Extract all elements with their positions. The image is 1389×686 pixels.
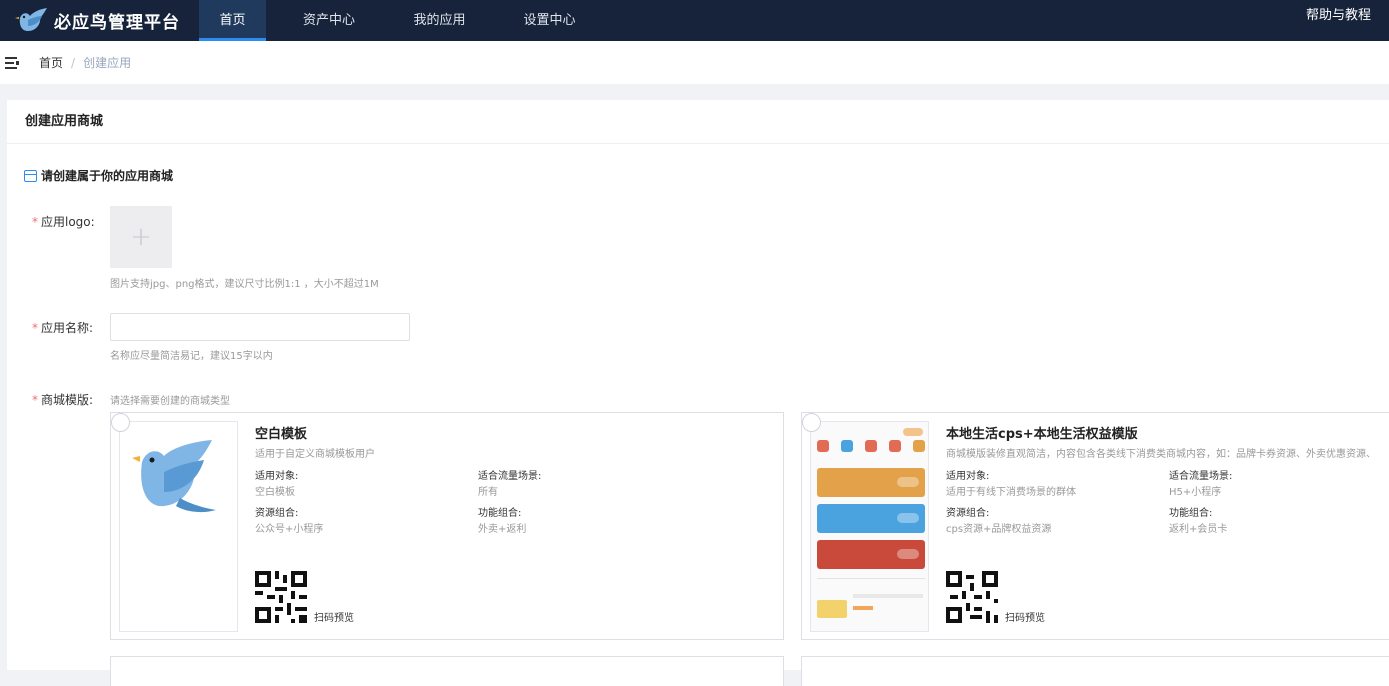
template-title: 空白模板 — [255, 427, 308, 442]
nav-home[interactable]: 首页 — [199, 0, 266, 41]
top-nav-bar: 必应鸟管理平台 首页 资产中心 我的应用 设置中心 帮助与教程 — [0, 0, 1389, 41]
template-card-blank[interactable]: 空白模板 适用于自定义商城模板用户 适用对象: 空白模板 适合流量场景: 所有 … — [110, 412, 784, 640]
resource-value: 公众号+小程序 — [255, 524, 324, 535]
mock-banner — [817, 468, 925, 497]
traffic-value: H5+小程序 — [1169, 487, 1222, 498]
qr-preview-label: 扫码预览 — [314, 613, 354, 624]
template-title: 本地生活cps+本地生活权益模版 — [946, 427, 1138, 442]
required-mark: * — [32, 393, 38, 407]
mock-banner — [817, 540, 925, 569]
page-title: 创建应用商城 — [7, 100, 1389, 144]
breadcrumb-home[interactable]: 首页 — [39, 54, 63, 71]
traffic-value: 所有 — [478, 487, 498, 498]
create-app-card: 创建应用商城 请创建属于你的应用商城 * 应用logo: + 图片支持jpg、pn… — [7, 100, 1389, 686]
name-hint: 名称应尽量简洁易记，建议15字以内 — [110, 351, 273, 362]
logo-label: * 应用logo: — [32, 213, 95, 230]
target-value: 空白模板 — [255, 487, 295, 498]
template-radio[interactable] — [802, 413, 821, 432]
breadcrumb-current: 创建应用 — [83, 56, 132, 70]
breadcrumb: 首页 / 创建应用 — [0, 41, 1389, 84]
feature-value: 返利+会员卡 — [1169, 524, 1228, 535]
logo-label-text: 应用logo: — [41, 215, 95, 229]
app-name-input[interactable] — [110, 313, 410, 341]
feature-key: 功能组合: — [1169, 508, 1213, 519]
qr-preview-label: 扫码预览 — [1005, 613, 1045, 624]
logo-upload[interactable]: + — [110, 206, 172, 268]
name-label: * 应用名称: — [32, 319, 93, 336]
traffic-key: 适合流量场景: — [1169, 471, 1233, 482]
resource-value: cps资源+品牌权益资源 — [946, 524, 1052, 535]
nav-my-apps[interactable]: 我的应用 — [392, 0, 487, 41]
template-label-text: 商城模版: — [41, 393, 94, 407]
required-mark: * — [32, 321, 38, 335]
section-title-text: 请创建属于你的应用商城 — [41, 169, 174, 183]
template-card-local-life[interactable]: 本地生活cps+本地生活权益模版 商城模版装修直观简洁，内容包含各类线下消费类商… — [801, 412, 1389, 640]
phone-mockup — [811, 422, 928, 631]
section-title: 请创建属于你的应用商城 — [24, 167, 173, 184]
template-hint: 请选择需要创建的商城类型 — [110, 396, 230, 407]
template-label: * 商城模版: — [32, 391, 93, 408]
main-nav: 首页 资产中心 我的应用 设置中心 — [199, 0, 612, 41]
nav-settings[interactable]: 设置中心 — [487, 0, 612, 41]
menu-toggle-icon[interactable] — [5, 56, 19, 69]
help-link[interactable]: 帮助与教程 — [1306, 0, 1371, 41]
target-key: 适用对象: — [255, 471, 299, 482]
feature-key: 功能组合: — [478, 508, 522, 519]
nav-assets[interactable]: 资产中心 — [266, 0, 392, 41]
target-key: 适用对象: — [946, 471, 990, 482]
target-value: 适用于有线下消费场景的群体 — [946, 487, 1076, 498]
traffic-key: 适合流量场景: — [478, 471, 542, 482]
mock-banner — [817, 504, 925, 533]
resource-key: 资源组合: — [946, 508, 990, 519]
brand-name: 必应鸟管理平台 — [54, 13, 180, 33]
name-label-text: 应用名称: — [41, 321, 94, 335]
required-mark: * — [32, 215, 38, 229]
qr-code-icon[interactable] — [946, 571, 998, 623]
resource-key: 资源组合: — [255, 508, 299, 519]
logo-hint: 图片支持jpg、png格式，建议尺寸比例1:1 ，大小不超过1M — [110, 279, 379, 290]
template-preview-image — [119, 421, 238, 632]
feature-value: 外卖+返利 — [478, 524, 527, 535]
bird-logo-icon — [15, 7, 47, 31]
plus-icon: + — [130, 222, 152, 252]
qr-code-icon[interactable] — [255, 571, 307, 623]
bird-illustration-icon — [120, 422, 237, 631]
template-preview-image — [810, 421, 929, 632]
brand[interactable]: 必应鸟管理平台 — [0, 0, 199, 41]
template-desc: 商城模版装修直观简洁，内容包含各类线下消费类商城内容，如：品牌卡券资源、外卖优惠… — [946, 449, 1376, 460]
breadcrumb-separator: / — [71, 55, 76, 70]
template-radio[interactable] — [111, 413, 130, 432]
shop-icon — [24, 169, 37, 182]
template-desc: 适用于自定义商城模板用户 — [255, 449, 375, 460]
